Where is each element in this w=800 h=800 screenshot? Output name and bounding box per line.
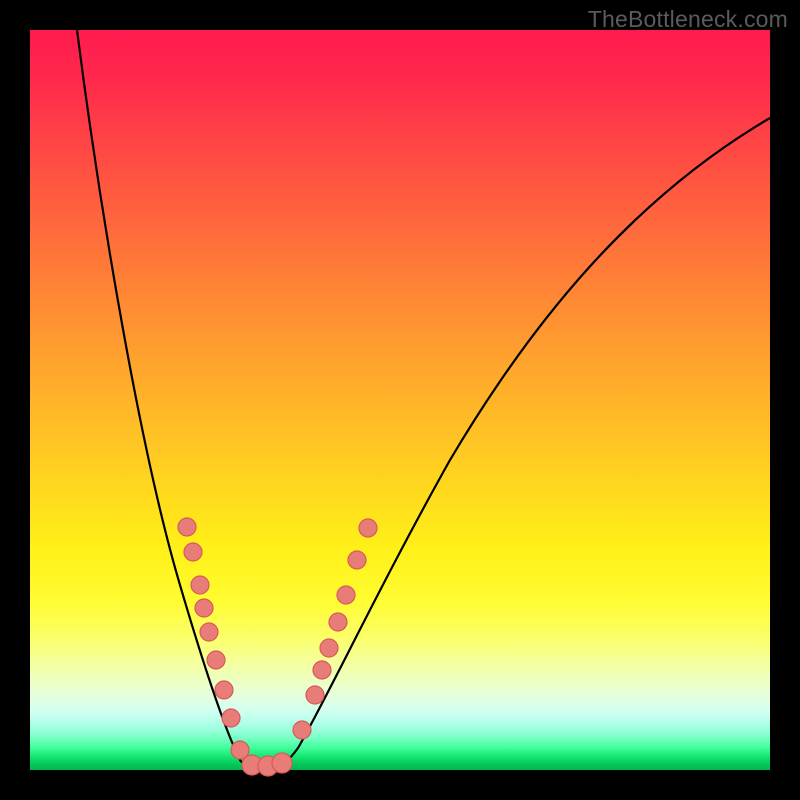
watermark-text: TheBottleneck.com <box>588 6 788 33</box>
data-point <box>293 721 311 739</box>
right-branch-curve <box>262 118 770 770</box>
data-point <box>207 651 225 669</box>
curve-group <box>77 30 770 770</box>
data-point <box>272 753 292 773</box>
data-point <box>222 709 240 727</box>
data-point <box>184 543 202 561</box>
data-point <box>313 661 331 679</box>
data-point <box>306 686 324 704</box>
data-point <box>178 518 196 536</box>
data-point <box>359 519 377 537</box>
data-point <box>329 613 347 631</box>
chart-plot-area <box>30 30 770 770</box>
data-points-group <box>178 518 377 776</box>
data-point <box>200 623 218 641</box>
data-point <box>320 639 338 657</box>
data-point <box>215 681 233 699</box>
data-point <box>337 586 355 604</box>
data-point <box>195 599 213 617</box>
data-point <box>191 576 209 594</box>
bottleneck-curve-chart <box>30 30 770 770</box>
data-point <box>348 551 366 569</box>
left-branch-curve <box>77 30 262 770</box>
